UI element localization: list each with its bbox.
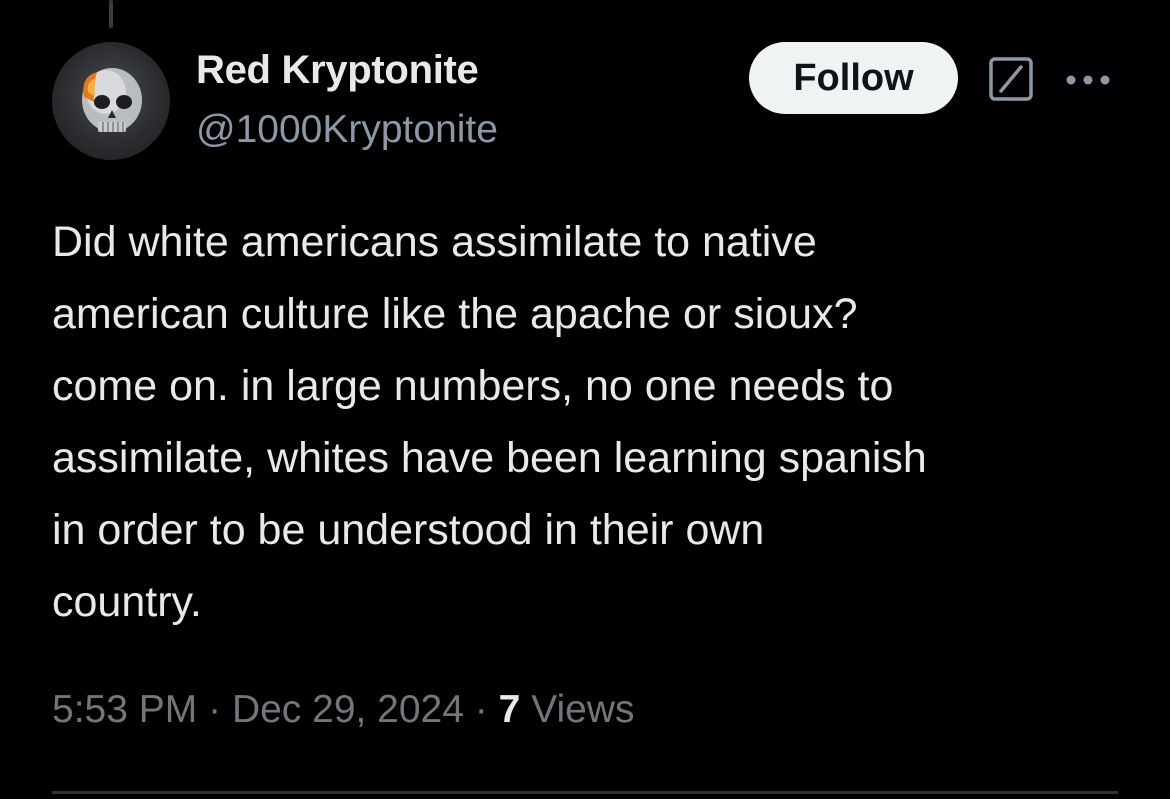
author-display-name[interactable]: Red Kryptonite <box>196 48 479 93</box>
tweet-date[interactable]: Dec 29, 2024 <box>232 688 464 731</box>
thread-connector-line <box>109 0 113 28</box>
skull-avatar-icon <box>82 68 142 132</box>
tweet-time[interactable]: 5:53 PM <box>52 688 197 731</box>
grok-icon[interactable] <box>987 55 1035 103</box>
author-handle[interactable]: @1000Kryptonite <box>196 108 498 152</box>
tweet-text: Did white americans assimilate to native… <box>52 218 927 626</box>
tweet-metadata: 5:53 PM · Dec 29, 2024 · 7 Views <box>52 688 635 732</box>
author-avatar[interactable] <box>52 42 170 160</box>
views-label[interactable]: Views <box>531 688 634 731</box>
divider <box>52 791 1118 794</box>
meta-separator: · <box>208 688 222 731</box>
meta-separator: · <box>474 688 488 731</box>
views-count[interactable]: 7 <box>499 688 521 731</box>
more-options-icon[interactable] <box>1062 60 1114 100</box>
follow-button[interactable]: Follow <box>749 42 958 114</box>
